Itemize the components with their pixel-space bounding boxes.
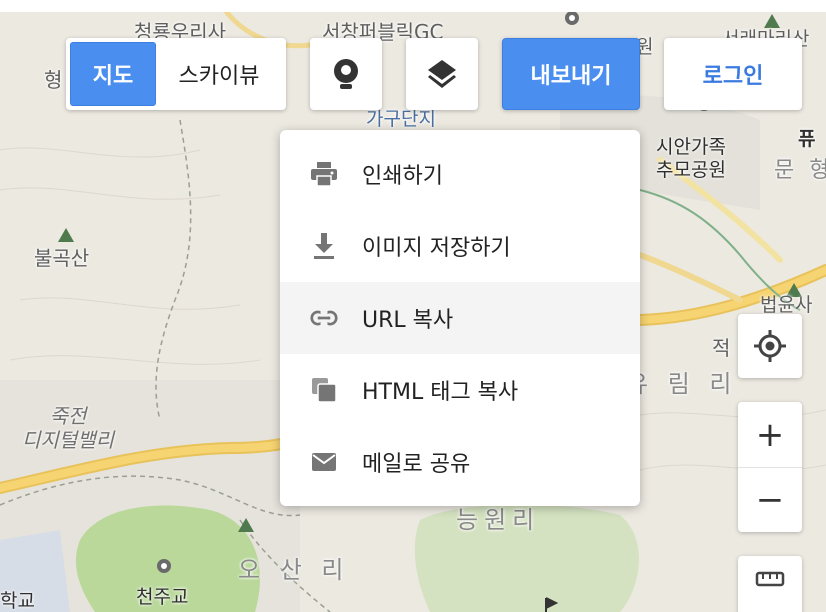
layers-button[interactable] bbox=[406, 38, 478, 110]
export-menu: 인쇄하기 이미지 저장하기 URL 복사 HTML 태그 복사 메일로 공유 bbox=[280, 130, 640, 506]
link-icon bbox=[310, 304, 338, 332]
map-type-skyview-button[interactable]: 스카이뷰 bbox=[156, 42, 282, 106]
zoom-control: + − bbox=[738, 402, 802, 532]
roadview-button[interactable] bbox=[310, 38, 382, 110]
top-edge-bar bbox=[0, 0, 826, 12]
map-label-sian: 시안가족 추모공원 bbox=[656, 136, 726, 181]
export-button[interactable]: 내보내기 bbox=[502, 38, 640, 110]
map-label-hyeong: 형 bbox=[44, 68, 63, 92]
menu-item-share-mail[interactable]: 메일로 공유 bbox=[280, 426, 640, 498]
crosshair-icon bbox=[754, 330, 786, 362]
menu-item-print[interactable]: 인쇄하기 bbox=[280, 138, 640, 210]
ruler-icon bbox=[755, 571, 785, 587]
map-label-osan: 오 산 리 bbox=[238, 556, 350, 584]
menu-item-save-image[interactable]: 이미지 저장하기 bbox=[280, 210, 640, 282]
map-label-park-right: 퓨 bbox=[798, 128, 816, 150]
copy-icon bbox=[310, 376, 338, 404]
map-label-cheonjugyo: 천주교 bbox=[136, 586, 189, 608]
map-label-munhyeong: 문 형 bbox=[774, 158, 826, 183]
menu-item-label: 메일로 공유 bbox=[362, 452, 471, 477]
map-label-neungwon: 능원리 bbox=[456, 506, 541, 534]
layers-icon bbox=[428, 60, 456, 88]
map-label-gagu: 가구단지 bbox=[366, 108, 436, 130]
map-label-jeok: 적 bbox=[712, 336, 731, 360]
map-label-yurim: 유 림 리 bbox=[626, 370, 738, 398]
my-location-button[interactable] bbox=[738, 314, 802, 378]
zoom-in-button[interactable]: + bbox=[738, 403, 802, 467]
roadview-camera-icon bbox=[334, 59, 358, 89]
menu-item-copy-url[interactable]: URL 복사 bbox=[280, 282, 640, 354]
map-label-hakgyo: 학교 bbox=[0, 590, 35, 612]
menu-item-label: 이미지 저장하기 bbox=[362, 236, 511, 261]
login-button[interactable]: 로그인 bbox=[664, 38, 802, 110]
map-type-toggle: 지도 스카이뷰 bbox=[66, 38, 286, 110]
menu-item-label: URL 복사 bbox=[362, 308, 454, 333]
map-label-beobyunsa: 법윤사 bbox=[760, 294, 813, 316]
menu-item-label: 인쇄하기 bbox=[362, 164, 443, 189]
map-type-map-button[interactable]: 지도 bbox=[70, 42, 156, 106]
measure-distance-button[interactable] bbox=[738, 556, 802, 612]
map-label-bulgoksan: 불곡산 bbox=[34, 246, 90, 270]
menu-item-label: HTML 태그 복사 bbox=[362, 380, 519, 405]
zoom-out-button[interactable]: − bbox=[738, 468, 802, 532]
map-label-jukjeon: 죽전 디지털밸리 bbox=[22, 404, 114, 452]
print-icon bbox=[310, 160, 338, 188]
mail-icon bbox=[310, 448, 338, 476]
download-icon bbox=[310, 232, 338, 260]
menu-item-copy-html[interactable]: HTML 태그 복사 bbox=[280, 354, 640, 426]
